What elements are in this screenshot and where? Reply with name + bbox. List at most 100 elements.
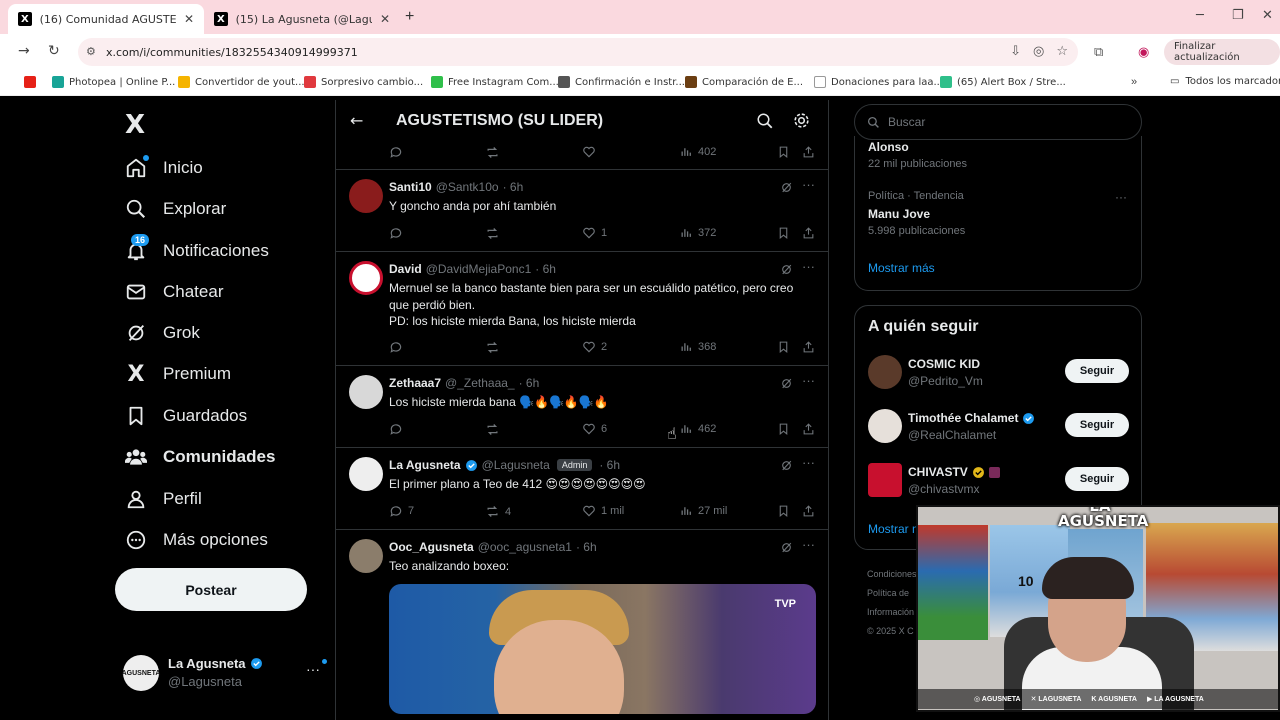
tweet[interactable]: 402 — [336, 142, 828, 170]
like-button[interactable]: 6 — [582, 422, 607, 436]
suggestion-name[interactable]: Timothée Chalamet — [908, 411, 1035, 425]
follow-button[interactable]: Seguir — [1065, 413, 1129, 437]
more-icon[interactable]: ··· — [802, 455, 815, 470]
bookmark-item[interactable]: Donaciones para laa... — [814, 76, 943, 88]
grok-icon[interactable] — [780, 181, 793, 194]
tweet-time[interactable]: · 6h — [535, 262, 556, 276]
tweet[interactable]: Santi10 @Santk10o · 6h ··· Y goncho anda… — [336, 170, 828, 252]
reply-button[interactable]: 7 — [389, 504, 414, 518]
avatar[interactable] — [349, 457, 383, 491]
install-icon[interactable]: ⇩ — [1010, 44, 1021, 59]
nav-item-grok[interactable]: Grok — [125, 315, 200, 351]
bookmark-item[interactable]: (65) Alert Box / Stre... — [940, 76, 1066, 88]
share-icon[interactable] — [802, 340, 815, 354]
show-more-link[interactable]: Mostrar más — [868, 261, 935, 275]
avatar[interactable] — [349, 261, 383, 295]
like-icon[interactable] — [582, 145, 596, 159]
share-icon[interactable] — [802, 226, 815, 240]
grok-icon[interactable] — [780, 541, 793, 554]
follow-suggestion[interactable]: COSMIC KID @Pedrito_Vm Seguir — [868, 355, 1130, 395]
back-arrow-icon[interactable]: ← — [350, 111, 363, 130]
browser-tab-community[interactable]: X (16) Comunidad AGUSTETISMO ✕ — [8, 4, 204, 34]
reload-icon[interactable]: ↻ — [48, 43, 60, 59]
reply-icon[interactable] — [389, 422, 403, 436]
like-button[interactable]: 1 — [582, 226, 607, 240]
grok-icon[interactable] — [780, 459, 793, 472]
search-icon[interactable] — [756, 112, 774, 130]
share-icon[interactable] — [802, 422, 815, 436]
avatar[interactable] — [868, 409, 902, 443]
profile-icon[interactable]: ◉ — [1138, 44, 1149, 60]
gear-icon[interactable] — [792, 111, 811, 130]
author-name[interactable]: Santi10 — [389, 180, 432, 194]
author-handle[interactable]: @_Zethaaa_ — [445, 376, 515, 390]
trend-name[interactable]: Manu Jove — [868, 207, 930, 221]
tweet-time[interactable]: · 6h — [599, 458, 620, 472]
bookmark-item[interactable]: Photopea | Online P... — [52, 76, 175, 88]
more-icon[interactable]: ··· — [306, 661, 320, 677]
forward-icon[interactable]: → — [18, 43, 30, 59]
views-button[interactable]: 462 — [680, 422, 716, 435]
close-icon[interactable]: ✕ — [380, 12, 390, 26]
tweet-time[interactable]: · 6h — [576, 540, 597, 554]
avatar[interactable] — [868, 355, 902, 389]
site-info-icon[interactable]: ⚙ — [86, 45, 96, 58]
nav-item-explorar[interactable]: Explorar — [125, 191, 226, 227]
all-bookmarks-button[interactable]: ▭Todos los marcadores — [1170, 76, 1280, 87]
nav-item-perfil[interactable]: Perfil — [125, 481, 202, 517]
more-icon[interactable]: ··· — [802, 537, 815, 552]
bookmark-icon[interactable] — [777, 422, 790, 436]
url-input[interactable]: ⚙ x.com/i/communities/183255434091499937… — [78, 38, 1078, 66]
views-button[interactable]: 27 mil — [680, 504, 727, 517]
bookmarks-overflow-icon[interactable]: » — [1131, 76, 1137, 88]
author-handle[interactable]: @Santk10o — [436, 180, 499, 194]
share-icon[interactable] — [802, 504, 815, 518]
tweet[interactable]: Zethaaa7 @_Zethaaa_ · 6h ··· Los hiciste… — [336, 366, 828, 448]
bookmark-item[interactable]: Comparación de E... — [685, 76, 803, 88]
update-button[interactable]: Finalizar actualización — [1164, 39, 1280, 65]
eye-off-icon[interactable]: ◎ — [1033, 44, 1044, 59]
tweet[interactable]: David @DavidMejiaPonc1 · 6h ··· Mernuel … — [336, 252, 828, 366]
reply-icon[interactable] — [389, 145, 403, 159]
tweet-media-image[interactable]: TVP — [389, 584, 816, 714]
more-icon[interactable]: ··· — [1115, 190, 1127, 204]
close-window-icon[interactable]: ✕ — [1262, 8, 1273, 23]
author-handle[interactable]: @ooc_agusneta1 — [478, 540, 572, 554]
extensions-icon[interactable]: ⧉ — [1094, 44, 1103, 60]
minimize-icon[interactable]: ─ — [1196, 8, 1204, 23]
retweet-icon[interactable] — [485, 340, 500, 355]
bookmark-icon[interactable] — [777, 504, 790, 518]
post-button[interactable]: Postear — [115, 568, 307, 611]
bookmark-item[interactable]: Convertidor de yout... — [178, 76, 305, 88]
tweet[interactable]: Ooc_Agusneta @ooc_agusneta1 · 6h ··· Teo… — [336, 530, 828, 720]
retweet-icon[interactable] — [485, 226, 500, 241]
footer-link[interactable]: Condiciones — [867, 565, 917, 584]
like-button[interactable]: 2 — [582, 340, 607, 354]
author-name[interactable]: Zethaaa7 — [389, 376, 441, 390]
avatar[interactable] — [868, 463, 902, 497]
close-icon[interactable]: ✕ — [184, 12, 194, 26]
tweet-time[interactable]: · 6h — [519, 376, 540, 390]
author-name[interactable]: Ooc_Agusneta — [389, 540, 474, 554]
nav-item-guardados[interactable]: Guardados — [125, 398, 247, 434]
youtube-bookmark[interactable] — [24, 76, 36, 88]
share-icon[interactable] — [802, 145, 815, 159]
avatar[interactable] — [349, 179, 383, 213]
follow-suggestion[interactable]: CHIVASTV @chivastvmx Seguir — [868, 463, 1130, 503]
browser-tab-profile[interactable]: X (15) La Agusneta (@Lagusneta) ✕ — [204, 4, 400, 34]
x-logo-icon[interactable]: X — [125, 110, 145, 140]
footer-link[interactable]: Información — [867, 603, 917, 622]
retweet-icon[interactable] — [485, 422, 500, 437]
avatar[interactable] — [349, 539, 383, 573]
avatar[interactable] — [349, 375, 383, 409]
author-handle[interactable]: @Lagusneta — [482, 458, 550, 472]
trend-name[interactable]: Alonso — [868, 140, 909, 154]
grok-icon[interactable] — [780, 263, 793, 276]
suggestion-name[interactable]: CHIVASTV — [908, 465, 1000, 479]
bookmark-icon[interactable] — [777, 340, 790, 354]
tweet[interactable]: La Agusneta @Lagusneta Admin · 6h ··· El… — [336, 448, 828, 530]
new-tab-button[interactable]: + — [405, 8, 414, 26]
more-icon[interactable]: ··· — [802, 259, 815, 274]
nav-item-mas-opciones[interactable]: Más opciones — [125, 522, 268, 558]
views-button[interactable]: 402 — [680, 145, 716, 158]
